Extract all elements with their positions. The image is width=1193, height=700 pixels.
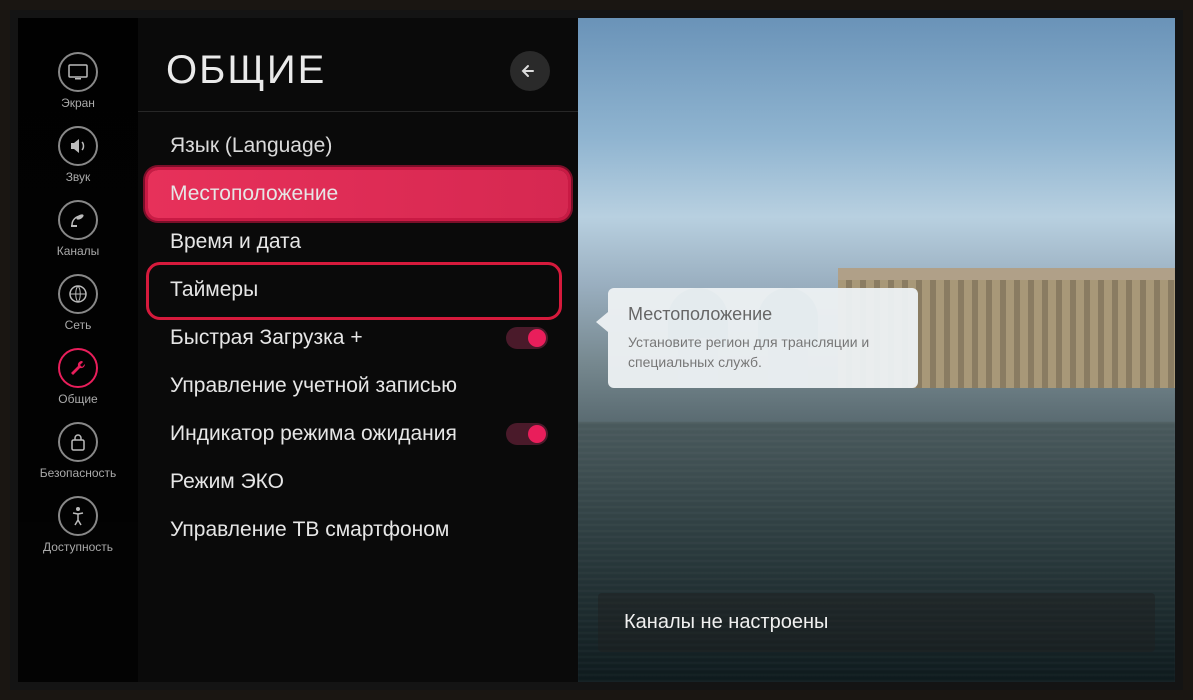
speaker-icon — [58, 126, 98, 166]
sidebar-item-general[interactable]: Общие — [33, 344, 123, 410]
menu-item-label: Режим ЭКО — [170, 470, 284, 494]
sidebar-label: Доступность — [43, 540, 113, 554]
wrench-icon — [58, 348, 98, 388]
sidebar-item-screen[interactable]: Экран — [33, 48, 123, 114]
menu-item-quickstart[interactable]: Быстрая Загрузка + — [148, 314, 568, 362]
sidebar-label: Безопасность — [40, 466, 117, 480]
help-tooltip: Местоположение Установите регион для тра… — [608, 288, 918, 388]
tooltip-title: Местоположение — [628, 304, 898, 325]
sidebar-item-sound[interactable]: Звук — [33, 122, 123, 188]
status-message: Каналы не настроены — [624, 611, 828, 633]
menu-item-label: Местоположение — [170, 182, 338, 206]
lock-icon — [58, 422, 98, 462]
status-bar: Каналы не настроены — [598, 593, 1155, 652]
menu-item-location[interactable]: Местоположение — [148, 170, 568, 218]
sidebar-label: Звук — [66, 170, 91, 184]
menu-item-datetime[interactable]: Время и дата — [148, 218, 568, 266]
toggle-standby-led[interactable] — [506, 423, 548, 445]
settings-panel: ОБЩИЕ Язык (Language) Местоположение Вре… — [138, 18, 578, 682]
sidebar-item-accessibility[interactable]: Доступность — [33, 492, 123, 558]
menu-item-label: Индикатор режима ожидания — [170, 422, 457, 446]
sidebar-label: Каналы — [57, 244, 100, 258]
back-icon — [521, 63, 539, 79]
sidebar-label: Экран — [61, 96, 95, 110]
menu-item-timers[interactable]: Таймеры — [148, 266, 568, 314]
menu-item-phone-control[interactable]: Управление ТВ смартфоном — [148, 506, 568, 554]
panel-title: ОБЩИЕ — [166, 48, 326, 93]
menu-item-label: Таймеры — [170, 278, 258, 302]
menu-item-label: Управление учетной записью — [170, 374, 457, 398]
back-button[interactable] — [510, 51, 550, 91]
menu-item-eco[interactable]: Режим ЭКО — [148, 458, 568, 506]
background-preview: Местоположение Установите регион для тра… — [578, 18, 1175, 682]
menu-item-account[interactable]: Управление учетной записью — [148, 362, 568, 410]
sidebar-item-network[interactable]: Сеть — [33, 270, 123, 336]
satellite-icon — [58, 200, 98, 240]
sidebar-item-security[interactable]: Безопасность — [33, 418, 123, 484]
sidebar-label: Общие — [58, 392, 97, 406]
menu-item-standby-led[interactable]: Индикатор режима ожидания — [148, 410, 568, 458]
menu-item-label: Язык (Language) — [170, 134, 332, 158]
accessibility-icon — [58, 496, 98, 536]
settings-sidebar: Экран Звук Каналы — [18, 18, 138, 682]
globe-icon — [58, 274, 98, 314]
sidebar-label: Сеть — [65, 318, 92, 332]
toggle-quickstart[interactable] — [506, 327, 548, 349]
menu-list: Язык (Language) Местоположение Время и д… — [138, 112, 578, 568]
menu-item-label: Быстрая Загрузка + — [170, 326, 363, 350]
menu-item-label: Управление ТВ смартфоном — [170, 518, 449, 542]
menu-item-label: Время и дата — [170, 230, 301, 254]
sidebar-item-channels[interactable]: Каналы — [33, 196, 123, 262]
menu-item-language[interactable]: Язык (Language) — [148, 122, 568, 170]
tv-icon — [58, 52, 98, 92]
tooltip-body: Установите регион для трансляции и специ… — [628, 333, 898, 372]
